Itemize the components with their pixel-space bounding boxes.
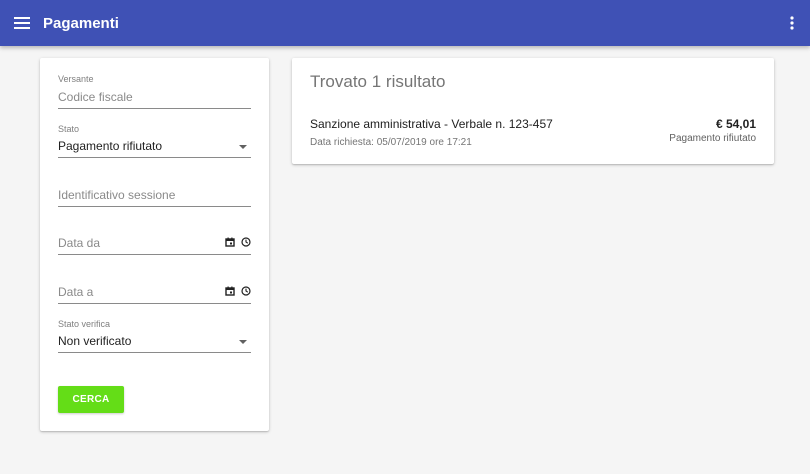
identificativo-sessione-field[interactable]: Identificativo sessione: [58, 178, 251, 207]
data-da-field[interactable]: Data da: [58, 226, 251, 255]
menu-icon: [14, 17, 30, 29]
data-a-placeholder: Data a: [58, 285, 94, 299]
versante-field[interactable]: Versante Codice fiscale: [58, 72, 251, 109]
search-button[interactable]: CERCA: [58, 386, 124, 413]
calendar-icon[interactable]: [225, 286, 235, 296]
more-vert-icon: [790, 16, 794, 30]
result-date: Data richiesta: 05/07/2019 ore 17:21: [310, 137, 472, 148]
clock-icon[interactable]: [241, 237, 251, 247]
menu-button[interactable]: [0, 0, 42, 46]
list-item[interactable]: Sanzione amministrativa - Verbale n. 123…: [292, 114, 774, 154]
app-bar: Pagamenti: [0, 0, 810, 46]
chevron-down-icon: [239, 340, 247, 344]
stato-verifica-select[interactable]: Stato verifica Non verificato: [58, 318, 251, 353]
codice-fiscale-placeholder: Codice fiscale: [58, 90, 133, 104]
stato-label: Stato: [58, 124, 80, 134]
results-heading: Trovato 1 risultato: [310, 72, 446, 91]
data-da-placeholder: Data da: [58, 236, 101, 250]
result-status: Pagamento rifiutato: [669, 133, 756, 144]
stato-verifica-label: Stato verifica: [58, 319, 111, 329]
chevron-down-icon: [239, 145, 247, 149]
results-panel: Trovato 1 risultato Sanzione amministrat…: [292, 58, 774, 164]
versante-label: Versante: [58, 74, 94, 84]
stato-verifica-value: Non verificato: [58, 334, 132, 348]
page-title: Pagamenti: [43, 14, 119, 32]
result-title: Sanzione amministrativa - Verbale n. 123…: [310, 117, 553, 131]
identificativo-sessione-placeholder: Identificativo sessione: [58, 188, 176, 202]
result-amount: € 54,01: [715, 117, 756, 131]
stato-value: Pagamento rifiutato: [58, 139, 163, 153]
filter-panel: Versante Codice fiscale Stato Pagamento …: [40, 58, 269, 431]
more-options-button[interactable]: [782, 0, 802, 46]
clock-icon[interactable]: [241, 286, 251, 296]
calendar-icon[interactable]: [225, 237, 235, 247]
data-a-field[interactable]: Data a: [58, 275, 251, 304]
stato-select[interactable]: Stato Pagamento rifiutato: [58, 122, 251, 158]
